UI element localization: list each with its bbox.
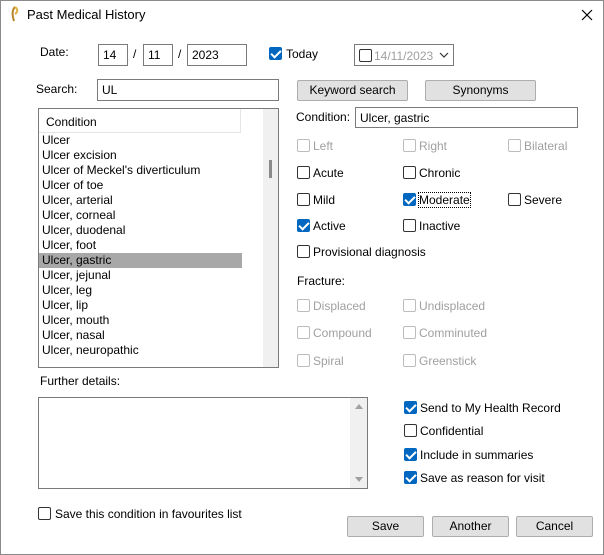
- moderate-label: Moderate: [418, 192, 471, 208]
- active-checkbox[interactable]: [297, 219, 310, 232]
- date-year-input[interactable]: 2023: [187, 44, 247, 66]
- today-label: Today: [286, 47, 319, 61]
- send-mhr-label: Send to My Health Record: [420, 401, 561, 415]
- active-label: Active: [313, 219, 346, 233]
- condition-list-item[interactable]: Ulcer: [39, 133, 242, 148]
- save-button[interactable]: Save: [347, 516, 424, 537]
- date-separator: /: [133, 47, 137, 61]
- scroll-down-icon[interactable]: [355, 477, 363, 482]
- condition-list-item[interactable]: Ulcer, nasal: [39, 328, 242, 343]
- further-details-scrollbar[interactable]: [350, 398, 367, 488]
- chronic-label: Chronic: [419, 166, 461, 180]
- further-details-textarea[interactable]: [38, 397, 368, 489]
- provisional-diagnosis-label: Provisional diagnosis: [313, 245, 426, 259]
- severe-checkbox[interactable]: [508, 193, 521, 206]
- title-bar: Past Medical History: [1, 1, 603, 29]
- date-label: Date:: [40, 45, 69, 59]
- right-checkbox[interactable]: [403, 139, 416, 152]
- cancel-button[interactable]: Cancel: [516, 516, 593, 537]
- chevron-down-icon[interactable]: [439, 51, 449, 59]
- include-summaries-label: Include in summaries: [420, 448, 534, 462]
- past-medical-history-dialog: Past Medical History Date: 14 / 11 / 202…: [0, 0, 604, 555]
- provisional-diagnosis-checkbox[interactable]: [297, 245, 310, 258]
- displaced-checkbox[interactable]: [297, 299, 310, 312]
- include-summaries-checkbox[interactable]: [404, 448, 417, 461]
- confidential-label: Confidential: [420, 424, 484, 438]
- displaced-label: Displaced: [313, 299, 366, 313]
- close-icon[interactable]: [577, 5, 597, 25]
- condition-list-items: Ulcer Ulcer excision Ulcer of Meckel's div…: [39, 133, 242, 358]
- reason-for-visit-label: Save as reason for visit: [420, 471, 545, 485]
- date-picker-checkbox[interactable]: [359, 49, 372, 62]
- comminuted-checkbox[interactable]: [403, 326, 416, 339]
- condition-list-item[interactable]: Ulcer, corneal: [39, 208, 242, 223]
- condition-list-item[interactable]: Ulcer, neuropathic: [39, 343, 242, 358]
- undisplaced-checkbox[interactable]: [403, 299, 416, 312]
- further-details-label: Further details:: [40, 374, 121, 388]
- fracture-label: Fracture:: [297, 274, 346, 288]
- favourites-label: Save this condition in favourites list: [55, 507, 242, 521]
- greenstick-checkbox[interactable]: [403, 354, 416, 367]
- left-label: Left: [313, 139, 334, 153]
- mild-label: Mild: [313, 193, 336, 207]
- condition-list-scrollbar[interactable]: [263, 109, 278, 367]
- another-button[interactable]: Another: [432, 516, 509, 537]
- app-logo-icon: [11, 6, 19, 22]
- reason-for-visit-checkbox[interactable]: [404, 471, 417, 484]
- severe-label: Severe: [524, 193, 563, 207]
- date-picker[interactable]: 14/11/2023: [354, 44, 454, 66]
- date-picker-value: 14/11/2023: [374, 49, 434, 63]
- scrollbar-thumb[interactable]: [269, 160, 272, 178]
- date-separator: /: [178, 47, 182, 61]
- condition-input[interactable]: Ulcer, gastric: [355, 107, 578, 128]
- scroll-up-icon[interactable]: [355, 404, 363, 409]
- bilateral-checkbox[interactable]: [508, 139, 521, 152]
- moderate-checkbox[interactable]: [403, 193, 416, 206]
- condition-list-item[interactable]: Ulcer, arterial: [39, 193, 242, 208]
- spiral-checkbox[interactable]: [297, 354, 310, 367]
- today-checkbox[interactable]: [269, 47, 282, 60]
- condition-list-item[interactable]: Ulcer, lip: [39, 298, 242, 313]
- chronic-checkbox[interactable]: [403, 166, 416, 179]
- mild-checkbox[interactable]: [297, 193, 310, 206]
- condition-list-item[interactable]: Ulcer excision: [39, 148, 242, 163]
- condition-column-header[interactable]: Condition: [39, 109, 241, 133]
- send-mhr-checkbox[interactable]: [404, 401, 417, 414]
- compound-label: Compound: [313, 326, 372, 340]
- spiral-label: Spiral: [313, 354, 344, 368]
- confidential-checkbox[interactable]: [404, 424, 417, 437]
- acute-label: Acute: [313, 166, 344, 180]
- condition-list-item[interactable]: Ulcer, jejunal: [39, 268, 242, 283]
- condition-list[interactable]: Condition Ulcer Ulcer excision Ulcer of Me…: [38, 108, 279, 368]
- inactive-checkbox[interactable]: [403, 219, 416, 232]
- condition-list-item[interactable]: Ulcer, gastric: [39, 253, 242, 268]
- condition-list-item[interactable]: Ulcer of toe: [39, 178, 242, 193]
- condition-list-item[interactable]: Ulcer of Meckel's diverticulum: [39, 163, 242, 178]
- condition-list-item[interactable]: Ulcer, foot: [39, 238, 242, 253]
- date-month-input[interactable]: 11: [143, 44, 173, 66]
- inactive-label: Inactive: [419, 219, 461, 233]
- compound-checkbox[interactable]: [297, 326, 310, 339]
- condition-list-item[interactable]: Ulcer, duodenal: [39, 223, 242, 238]
- keyword-search-button[interactable]: Keyword search: [297, 80, 408, 101]
- condition-list-item[interactable]: Ulcer, mouth: [39, 313, 242, 328]
- left-checkbox[interactable]: [297, 139, 310, 152]
- bilateral-label: Bilateral: [524, 139, 568, 153]
- search-label: Search:: [36, 82, 78, 96]
- window-title: Past Medical History: [27, 7, 146, 22]
- condition-label: Condition:: [296, 110, 351, 124]
- right-label: Right: [419, 139, 448, 153]
- comminuted-label: Comminuted: [419, 326, 488, 340]
- synonyms-button[interactable]: Synonyms: [425, 80, 536, 101]
- favourites-checkbox[interactable]: [38, 507, 51, 520]
- undisplaced-label: Undisplaced: [419, 299, 486, 313]
- condition-list-item[interactable]: Ulcer, leg: [39, 283, 242, 298]
- acute-checkbox[interactable]: [297, 166, 310, 179]
- date-day-input[interactable]: 14: [98, 44, 128, 66]
- search-input[interactable]: UL: [97, 79, 279, 101]
- greenstick-label: Greenstick: [419, 354, 477, 368]
